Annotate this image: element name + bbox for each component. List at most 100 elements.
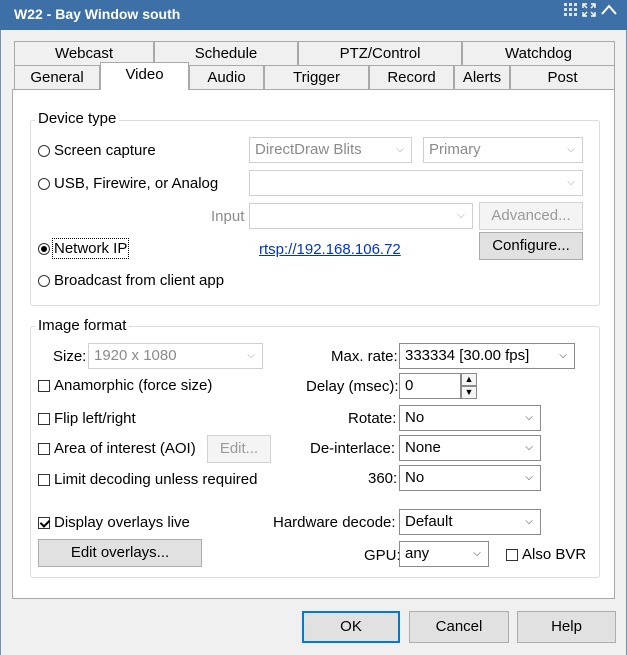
hw-decode-select[interactable]: Default ⌵ [399, 509, 541, 535]
tab-label: Alerts [462, 69, 502, 86]
grid-icon[interactable] [563, 2, 579, 18]
deinterlace-label: De-interlace: [310, 440, 396, 457]
tab-record[interactable]: Record [369, 65, 454, 89]
also-bvr-label[interactable]: Also BVR [522, 546, 586, 563]
tab-ptz-control[interactable]: PTZ/Control [298, 41, 462, 65]
select-value: DirectDraw Blits [255, 141, 362, 158]
screen-capture-radio[interactable] [38, 145, 50, 157]
also-bvr-checkbox[interactable] [506, 549, 518, 561]
network-ip-url-link[interactable]: rtsp://192.168.106.72 [259, 241, 401, 258]
chevron-down-icon: ⌵ [559, 350, 567, 361]
anamorphic-checkbox[interactable] [38, 380, 50, 392]
usb-input-select[interactable]: ⌵ [249, 203, 473, 229]
aoi-label[interactable]: Area of interest (AOI) [54, 440, 196, 457]
chevron-down-icon: ⌵ [473, 548, 481, 559]
edit-overlays-button[interactable]: Edit overlays... [38, 539, 202, 567]
display-overlays-checkbox[interactable] [38, 517, 50, 529]
limit-decoding-label[interactable]: Limit decoding unless required [54, 471, 257, 488]
configure-button[interactable]: Configure... [479, 232, 583, 260]
tab-label: PTZ/Control [339, 45, 421, 62]
video-tab-panel: Device type Screen capture DirectDraw Bl… [12, 89, 615, 599]
chevron-down-icon: ⌵ [247, 350, 255, 361]
tab-audio[interactable]: Audio [189, 65, 264, 89]
tab-label: Webcast [54, 45, 114, 62]
chevron-down-icon: ⌵ [457, 210, 465, 221]
size-select[interactable]: 1920 x 1080 ⌵ [88, 343, 263, 369]
screen-capture-method-select[interactable]: DirectDraw Blits ⌵ [249, 137, 412, 163]
display-overlays-label[interactable]: Display overlays live [54, 514, 190, 531]
usb-device-select[interactable]: ⌵ [249, 170, 583, 196]
broadcast-label[interactable]: Broadcast from client app [54, 272, 224, 289]
chevron-up-icon[interactable] [599, 2, 619, 18]
ok-button[interactable]: OK [302, 611, 400, 643]
limit-decoding-checkbox[interactable] [38, 474, 50, 486]
max-rate-label: Max. rate: [331, 348, 398, 365]
delay-decrease-button[interactable]: ▼ [461, 386, 477, 399]
select-value: No [405, 469, 425, 486]
tab-label: Video [125, 66, 164, 83]
tab-label: Audio [207, 69, 246, 86]
tab-label: Watchdog [505, 45, 572, 62]
advanced-button[interactable]: Advanced... [479, 202, 583, 230]
screen-capture-label[interactable]: Screen capture [54, 142, 156, 159]
tab-post[interactable]: Post [510, 65, 615, 89]
aoi-checkbox[interactable] [38, 443, 50, 455]
select-value: 1920 x 1080 [94, 347, 177, 364]
window-title: W22 - Bay Window south [14, 6, 181, 22]
360-select[interactable]: No ⌵ [399, 465, 541, 491]
usb-label[interactable]: USB, Firewire, or Analog [54, 175, 218, 192]
rotate-select[interactable]: No ⌵ [399, 405, 541, 431]
chevron-down-icon: ⌵ [525, 472, 533, 483]
deinterlace-select[interactable]: None ⌵ [399, 435, 541, 461]
rotate-label: Rotate: [348, 410, 397, 427]
input-label: Input [211, 208, 245, 225]
flip-label[interactable]: Flip left/right [54, 410, 136, 427]
gpu-select[interactable]: any ⌵ [399, 541, 489, 567]
cancel-button[interactable]: Cancel [409, 611, 509, 643]
chevron-down-icon: ⌵ [396, 144, 404, 155]
max-rate-select[interactable]: 333334 [30.00 fps] ⌵ [399, 343, 575, 369]
size-label: Size: [53, 348, 87, 365]
tab-alerts[interactable]: Alerts [454, 65, 510, 89]
anamorphic-label[interactable]: Anamorphic (force size) [54, 377, 212, 394]
image-format-label: Image format [35, 317, 130, 334]
expand-icon[interactable] [581, 2, 597, 18]
tab-label: Trigger [293, 69, 340, 86]
help-button[interactable]: Help [517, 611, 616, 643]
360-label: 360: [368, 470, 398, 487]
delay-increase-button[interactable]: ▲ [461, 373, 477, 386]
tab-label: Schedule [194, 45, 258, 62]
select-value: 333334 [30.00 fps] [405, 347, 530, 364]
device-type-label: Device type [35, 110, 120, 127]
tab-general[interactable]: General [14, 65, 100, 89]
delay-label: Delay (msec): [306, 378, 399, 395]
input-value: 0 [405, 377, 414, 394]
tab-video[interactable]: Video [100, 62, 189, 90]
delay-input[interactable]: 0 [399, 373, 461, 399]
tab-label: General [30, 69, 84, 86]
select-value: No [405, 409, 425, 426]
network-ip-radio[interactable] [38, 243, 50, 255]
chevron-down-icon: ⌵ [525, 412, 533, 423]
chevron-down-icon: ⌵ [567, 177, 575, 188]
chevron-down-icon: ⌵ [525, 516, 533, 527]
aoi-edit-button[interactable]: Edit... [207, 435, 271, 463]
select-value: Default [405, 513, 453, 530]
network-ip-label[interactable]: Network IP [51, 238, 130, 259]
select-value: Primary [429, 141, 481, 158]
select-value: any [405, 545, 430, 562]
usb-radio[interactable] [38, 178, 50, 190]
gpu-label: GPU: [364, 547, 401, 564]
hw-decode-label: Hardware decode: [273, 514, 396, 531]
chevron-down-icon: ⌵ [567, 144, 575, 155]
select-value: None [405, 439, 441, 456]
broadcast-radio[interactable] [38, 275, 50, 287]
screen-capture-monitor-select[interactable]: Primary ⌵ [423, 137, 583, 163]
tab-label: Record [387, 69, 436, 86]
title-bar: W22 - Bay Window south [0, 0, 627, 30]
flip-checkbox[interactable] [38, 413, 50, 425]
chevron-down-icon: ⌵ [525, 442, 533, 453]
tab-trigger[interactable]: Trigger [264, 65, 369, 89]
tab-watchdog[interactable]: Watchdog [462, 41, 615, 65]
tab-label: Post [547, 69, 578, 86]
